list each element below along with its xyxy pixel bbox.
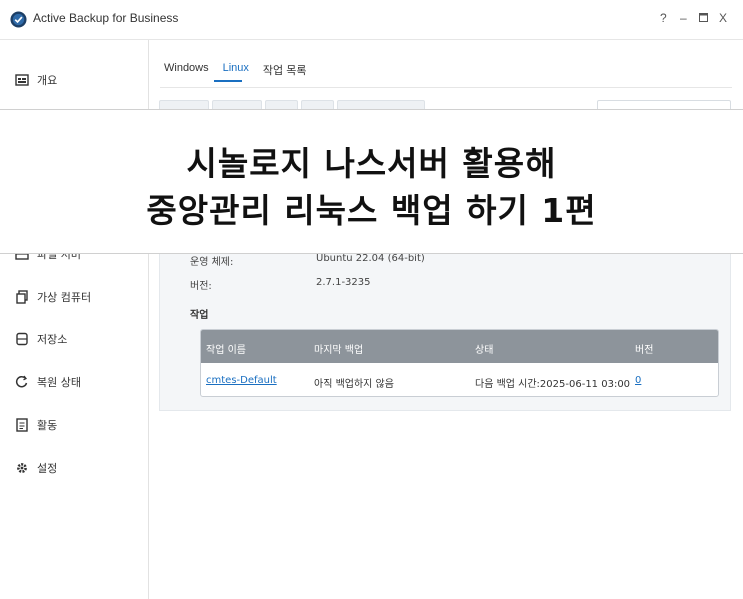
column-header-status[interactable]: 상태 bbox=[475, 341, 493, 356]
tab-divider bbox=[160, 87, 732, 88]
sidebar-item-label: 저장소 bbox=[37, 333, 68, 346]
jobs-table: 작업 이름 마지막 백업 상태 버전 cmtes-Default 아직 백업하지… bbox=[200, 329, 719, 397]
sidebar-item-storage[interactable]: 저장소 bbox=[15, 329, 67, 349]
restore-status-icon bbox=[15, 375, 28, 388]
column-header-job-name[interactable]: 작업 이름 bbox=[206, 341, 246, 356]
sidebar-item-restore-status[interactable]: 복원 상태 bbox=[15, 372, 81, 392]
os-label: 운영 체제: bbox=[190, 257, 234, 268]
tab-windows[interactable]: Windows bbox=[164, 62, 209, 82]
version-label: 버전: bbox=[190, 281, 212, 292]
sidebar-item-activity[interactable]: 활동 bbox=[15, 415, 57, 435]
banner-line-2: 중앙관리 리눅스 백업 하기 1편 bbox=[146, 191, 597, 230]
status-cell: 다음 백업 시간:2025-06-11 03:00 bbox=[475, 379, 631, 390]
sidebar-item-label: 가상 컴퓨터 bbox=[37, 291, 92, 304]
job-name-link[interactable]: cmtes-Default bbox=[206, 375, 277, 386]
jobs-section-title: 작업 bbox=[190, 310, 209, 321]
app-logo-icon bbox=[10, 11, 27, 28]
help-button[interactable]: ? bbox=[660, 11, 667, 25]
sidebar-item-label: 개요 bbox=[37, 74, 58, 87]
virtual-machine-icon bbox=[16, 290, 28, 304]
window-title: Active Backup for Business bbox=[33, 11, 179, 25]
active-tab-indicator bbox=[214, 80, 242, 82]
maximize-button[interactable] bbox=[699, 11, 708, 25]
overview-icon bbox=[15, 74, 29, 86]
banner-line-1: 시놀로지 나스서버 활용해 bbox=[186, 144, 557, 183]
column-header-last-backup[interactable]: 마지막 백업 bbox=[314, 341, 363, 356]
title-bar: Active Backup for Business ? – X bbox=[0, 0, 743, 40]
storage-icon bbox=[16, 332, 28, 346]
tab-linux[interactable]: Linux bbox=[223, 62, 249, 82]
minimize-button[interactable]: – bbox=[680, 11, 687, 25]
sidebar-item-overview[interactable]: 개요 bbox=[15, 70, 57, 90]
sidebar-item-label: 설정 bbox=[37, 462, 58, 475]
sidebar-item-settings[interactable]: 설정 bbox=[15, 458, 57, 478]
table-header: 작업 이름 마지막 백업 상태 버전 bbox=[201, 330, 718, 363]
activity-icon bbox=[16, 418, 28, 432]
version-link[interactable]: 0 bbox=[635, 375, 641, 386]
maximize-icon bbox=[699, 13, 708, 22]
sidebar-item-label: 복원 상태 bbox=[37, 376, 81, 389]
title-banner: 시놀로지 나스서버 활용해 중앙관리 리눅스 백업 하기 1편 bbox=[0, 109, 743, 254]
last-backup-cell: 아직 백업하지 않음 bbox=[314, 379, 394, 390]
gear-icon bbox=[17, 463, 27, 473]
tab-task-list[interactable]: 작업 목록 bbox=[263, 62, 307, 82]
tab-bar: Windows Linux 작업 목록 bbox=[164, 62, 320, 82]
sidebar-item-virtual-machine[interactable]: 가상 컴퓨터 bbox=[15, 287, 91, 307]
sidebar-item-label: 활동 bbox=[37, 419, 58, 432]
column-header-version[interactable]: 버전 bbox=[635, 341, 653, 356]
os-value: Ubuntu 22.04 (64-bit) bbox=[316, 253, 425, 264]
version-value: 2.7.1-3235 bbox=[316, 277, 371, 288]
close-button[interactable]: X bbox=[719, 11, 727, 25]
